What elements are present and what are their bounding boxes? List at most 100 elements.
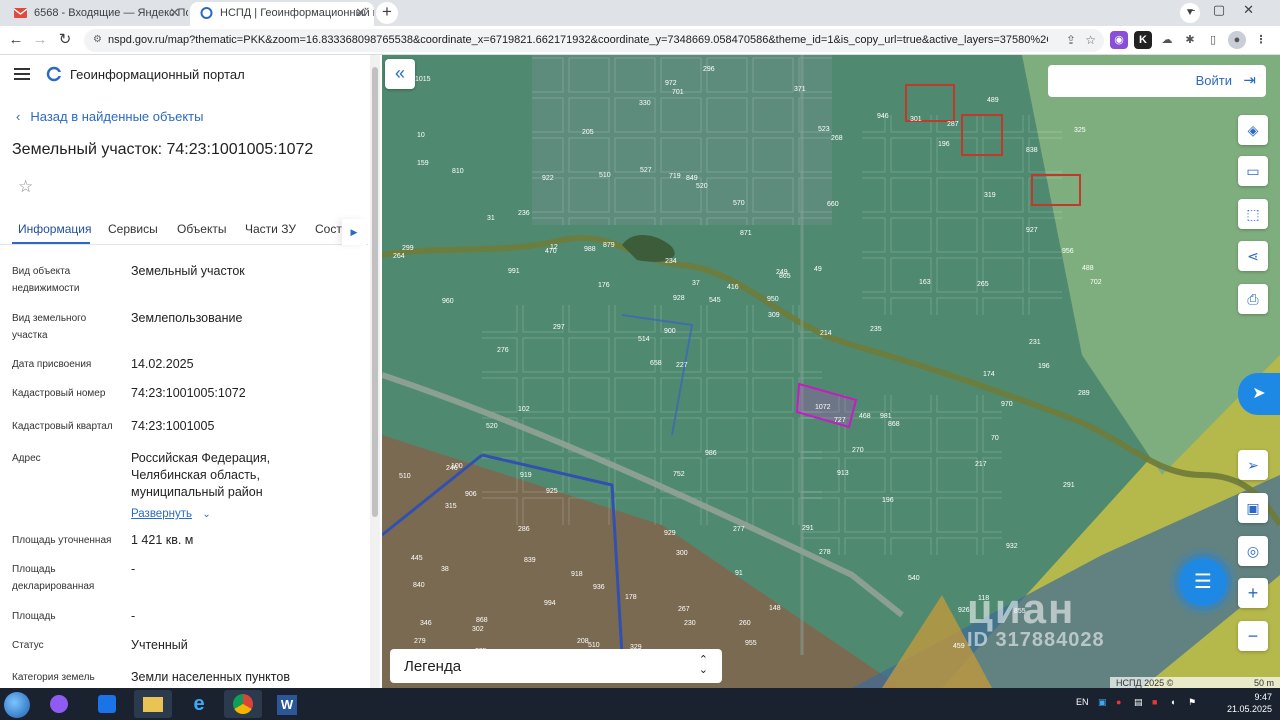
assistant-badge-icon[interactable]: ➤ bbox=[1238, 373, 1280, 415]
plot-number-label: 950 bbox=[767, 296, 779, 303]
panel-scrollbar[interactable] bbox=[370, 55, 380, 688]
plot-number-label: 91 bbox=[735, 570, 743, 577]
flag-icon[interactable]: ⚑ bbox=[1188, 697, 1196, 708]
yandex-tray-icon[interactable]: ● bbox=[1116, 697, 1121, 707]
locate-me-button[interactable]: ➢ bbox=[1238, 450, 1268, 480]
extensions-puzzle-icon[interactable]: ✱ bbox=[1181, 31, 1199, 49]
extension-icon[interactable]: ◉ bbox=[1110, 31, 1128, 49]
plot-number-label: 230 bbox=[684, 620, 696, 627]
map-canvas[interactable]: 855 960 838 658 660 868 719 871 906 879 840 839 849 8… bbox=[382, 55, 1280, 688]
chrome-icon[interactable] bbox=[224, 690, 262, 718]
hamburger-menu-icon[interactable] bbox=[14, 68, 30, 80]
tab-information[interactable]: Информация bbox=[18, 222, 91, 236]
plot-number-label: 523 bbox=[818, 126, 830, 133]
menu-dots-icon[interactable]: ⋮ bbox=[1252, 31, 1270, 49]
expand-address-link[interactable]: Развернуть ⌄ bbox=[131, 504, 211, 522]
field-area-specified: Площадь уточненная 1 421 кв. м bbox=[12, 533, 194, 547]
alice-icon[interactable] bbox=[40, 690, 78, 718]
plot-number-label: 849 bbox=[686, 175, 698, 182]
url-field[interactable]: ⚙ nspd.gov.ru/map?thematic=PKK&zoom=16.8… bbox=[84, 29, 1104, 52]
zoom-out-button[interactable]: − bbox=[1238, 621, 1268, 651]
share-icon[interactable]: ⇪ bbox=[1066, 29, 1076, 52]
plot-number-label: 946 bbox=[877, 113, 889, 120]
plot-number-label: 196 bbox=[938, 141, 950, 148]
plot-number-label: 10 bbox=[417, 132, 425, 139]
tray-icon[interactable]: ▣ bbox=[1098, 697, 1107, 708]
plot-number-label: 702 bbox=[1090, 279, 1102, 286]
internet-explorer-icon[interactable]: e bbox=[180, 690, 218, 718]
clock[interactable]: 9:47 21.05.2025 bbox=[1227, 691, 1272, 715]
back-arrow-icon[interactable]: ← bbox=[6, 30, 26, 50]
tab-parts[interactable]: Части ЗУ bbox=[245, 222, 296, 236]
expand-collapse-icon: ⌃ ⌄ bbox=[698, 654, 708, 676]
plot-number-label: 545 bbox=[709, 297, 721, 304]
selected-plot-label[interactable]: 1072 bbox=[815, 404, 831, 411]
plot-number-label: 346 bbox=[420, 620, 432, 627]
new-tab-button[interactable]: + bbox=[376, 2, 398, 24]
field-land-category: Категория земель Земли населенных пункто… bbox=[12, 670, 290, 684]
tab-nspd[interactable]: НСПД | Геоинформационный портал ✕ bbox=[190, 2, 374, 26]
plot-number-label: 163 bbox=[919, 279, 931, 286]
cloud-icon[interactable]: ☁ bbox=[1158, 31, 1176, 49]
favorite-star-icon[interactable]: ☆ bbox=[18, 177, 33, 197]
plot-number-label: 510 bbox=[399, 473, 411, 480]
kaspersky-icon[interactable]: K bbox=[1134, 31, 1152, 49]
reload-icon[interactable]: ↻ bbox=[55, 30, 75, 50]
plot-number-label: 264 bbox=[393, 253, 405, 260]
tab-objects[interactable]: Объекты bbox=[177, 222, 227, 236]
layers-button[interactable]: ◈ bbox=[1238, 115, 1268, 145]
sidepanel-icon[interactable]: ▯ bbox=[1204, 31, 1222, 49]
select-area-button[interactable]: ⬚ bbox=[1238, 199, 1268, 229]
tab-yandex-mail[interactable]: 6568 - Входящие — Яндекс Почта ✕ bbox=[4, 2, 188, 26]
profile-avatar-icon[interactable]: ● bbox=[1228, 31, 1246, 49]
zoom-in-button[interactable]: + bbox=[1238, 578, 1268, 608]
language-indicator[interactable]: EN bbox=[1076, 697, 1089, 707]
print-button[interactable]: ⎙ bbox=[1238, 284, 1268, 314]
plot-number-label: 972 bbox=[665, 80, 677, 87]
map-imagery: 8559608386586608687198719068798408398498… bbox=[382, 55, 1280, 688]
plot-number-label: 31 bbox=[487, 215, 495, 222]
plot-number-label: 286 bbox=[518, 526, 530, 533]
tray-icon[interactable]: ▤ bbox=[1134, 697, 1143, 708]
plot-number-label: 510 bbox=[588, 642, 600, 649]
plot-number-label: 459 bbox=[953, 643, 965, 650]
back-to-results-link[interactable]: ‹ Назад в найденные объекты bbox=[16, 109, 203, 124]
media-player-icon[interactable] bbox=[88, 690, 126, 718]
tab-services[interactable]: Сервисы bbox=[108, 222, 158, 236]
volume-icon[interactable]: ◖ bbox=[1170, 697, 1175, 707]
field-object-type: Вид объекта недвижимости Земельный участ… bbox=[12, 264, 245, 294]
ruler-button[interactable]: ▭ bbox=[1238, 156, 1268, 186]
collapse-panel-button[interactable]: « bbox=[385, 59, 415, 89]
plot-number-label: 277 bbox=[733, 526, 745, 533]
plot-number-label: 871 bbox=[740, 230, 752, 237]
start-button[interactable] bbox=[4, 692, 30, 718]
plot-number-label: 176 bbox=[598, 282, 610, 289]
plot-number-label: 174 bbox=[983, 371, 995, 378]
tray-icon[interactable]: ■ bbox=[1152, 697, 1157, 707]
chat-button[interactable]: ☰ bbox=[1179, 558, 1227, 606]
geo-search-button[interactable]: ◎ bbox=[1238, 536, 1268, 566]
plot-number-label: 986 bbox=[705, 450, 717, 457]
share-button[interactable]: ⋖ bbox=[1238, 241, 1268, 271]
plot-number-label: 879 bbox=[603, 242, 615, 249]
word-icon[interactable]: W bbox=[268, 690, 306, 718]
field-cadastral-number: Кадастровый номер 74:23:1001005:1072 bbox=[12, 386, 246, 400]
tabs-scroll-right-icon[interactable]: ▶ bbox=[342, 219, 366, 245]
plot-number-label: 196 bbox=[882, 497, 894, 504]
login-button[interactable]: Войти ⇥ bbox=[1048, 65, 1266, 97]
minimap-button[interactable]: ▣ bbox=[1238, 493, 1268, 523]
plot-number-label: 235 bbox=[870, 326, 882, 333]
plot-number-label: 701 bbox=[672, 89, 684, 96]
close-tab-icon[interactable]: ✕ bbox=[169, 2, 180, 24]
close-tab-icon[interactable]: ✕ bbox=[355, 2, 366, 24]
plot-number-label: 981 bbox=[880, 413, 892, 420]
bookmark-star-icon[interactable]: ☆ bbox=[1085, 29, 1096, 52]
forward-arrow-icon[interactable]: → bbox=[30, 30, 50, 50]
legend-dropdown[interactable]: Легенда ⌃ ⌄ bbox=[390, 649, 722, 683]
file-explorer-icon[interactable] bbox=[134, 690, 172, 718]
window-controls[interactable]: –▢✕ bbox=[1188, 2, 1272, 18]
field-address: Адрес Российская Федерация, Челябинская … bbox=[12, 451, 271, 522]
site-info-icon[interactable]: ⚙ bbox=[93, 34, 102, 45]
plot-number-label: 279 bbox=[414, 638, 426, 645]
plot-number-label: 840 bbox=[413, 582, 425, 589]
